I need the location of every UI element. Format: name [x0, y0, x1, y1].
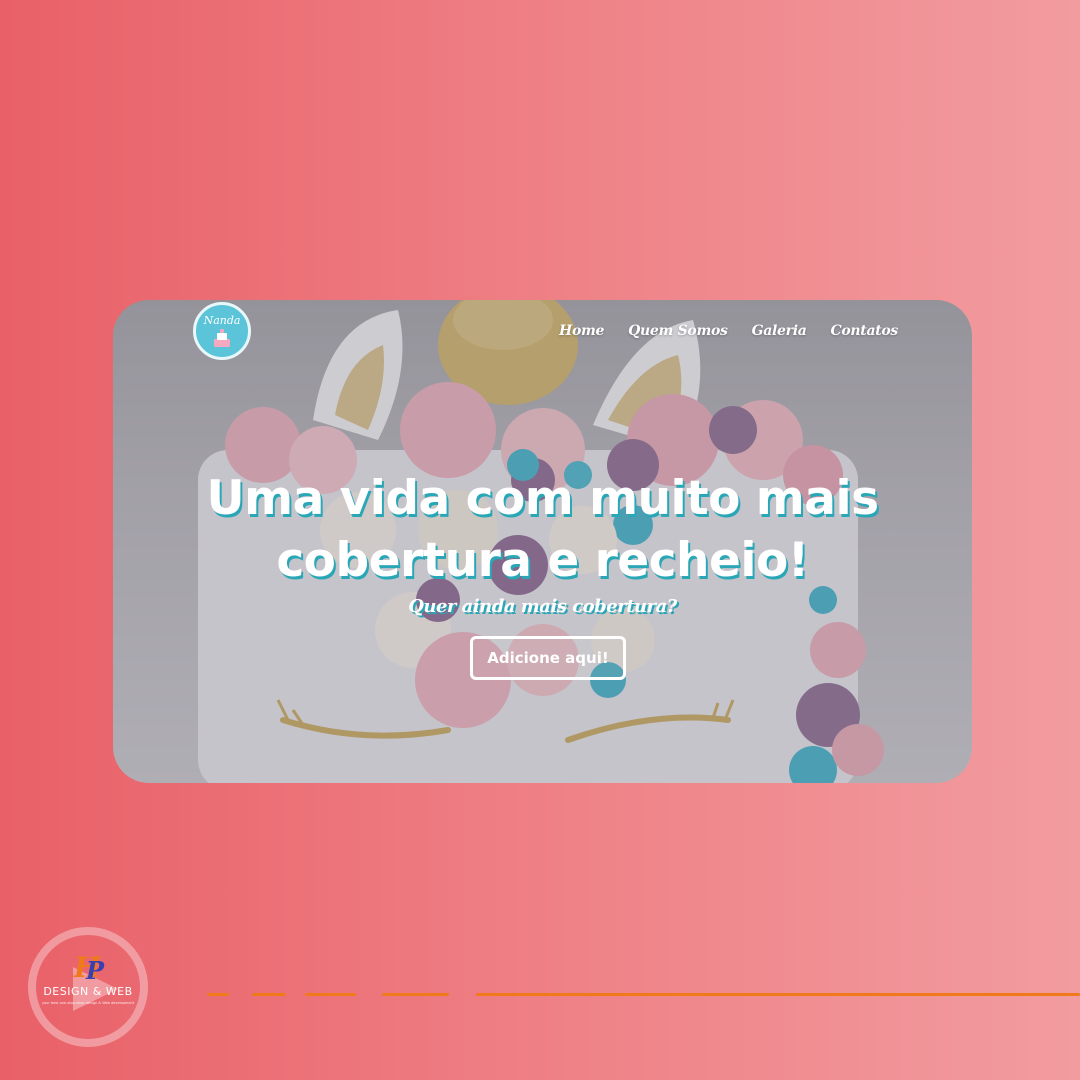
headline-line-2: cobertura e recheio!: [276, 533, 809, 588]
divider-dash: [305, 993, 356, 996]
divider-line: [476, 993, 1080, 996]
hero-headline: Uma vida com muito mais cobertura e rech…: [113, 468, 972, 592]
hero-subheadline: Quer ainda mais cobertura?: [408, 596, 677, 617]
hero-banner: Nanda Home Quem Somos Galeria Contatos U…: [113, 300, 972, 783]
divider-dash: [382, 993, 449, 996]
hp-monogram-icon: H P: [73, 951, 105, 985]
cake-icon: [214, 329, 230, 347]
nav-quem-somos[interactable]: Quem Somos: [628, 323, 728, 339]
nanda-logo[interactable]: Nanda: [193, 302, 251, 360]
design-web-logo: H P DESIGN & WEB your best one-stop-shop…: [28, 927, 148, 1047]
svg-text:P: P: [85, 956, 105, 985]
divider-dash: [207, 993, 229, 996]
brand-name: DESIGN & WEB: [43, 985, 133, 998]
nav-home[interactable]: Home: [559, 323, 604, 339]
main-nav: Home Quem Somos Galeria Contatos: [559, 323, 898, 339]
headline-line-1: Uma vida com muito mais: [206, 471, 879, 526]
logo-text: Nanda: [203, 314, 241, 327]
nav-contatos[interactable]: Contatos: [831, 323, 899, 339]
nav-galeria[interactable]: Galeria: [752, 323, 807, 339]
brand-tagline: your best one-stop-shop design & Web dev…: [41, 1001, 135, 1005]
divider-dash: [252, 993, 286, 996]
add-here-button[interactable]: Adicione aqui!: [470, 636, 626, 680]
